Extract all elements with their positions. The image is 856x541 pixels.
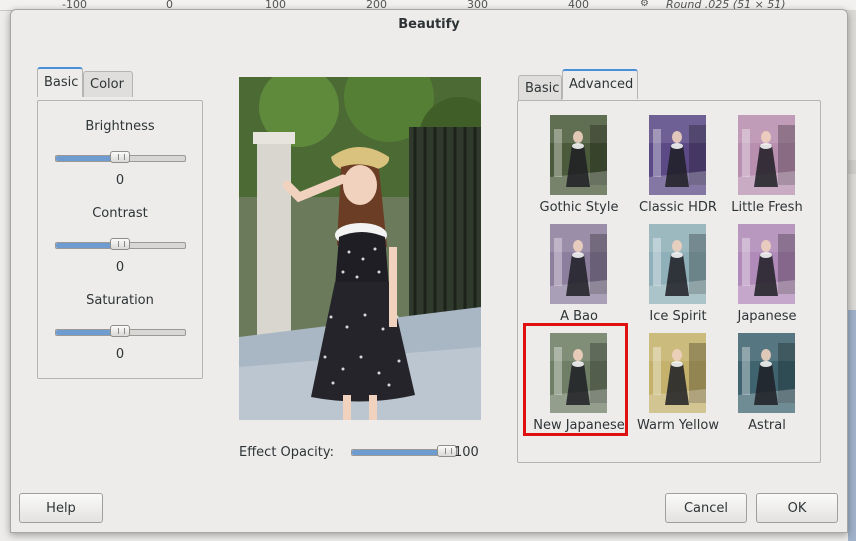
tab-basic-right[interactable]: Basic	[518, 75, 562, 101]
help-button[interactable]: Help	[19, 493, 103, 523]
tab-color[interactable]: Color	[83, 71, 133, 97]
tab-advanced[interactable]: Advanced	[562, 69, 638, 99]
brightness-value: 0	[115, 173, 125, 188]
tab-basic-left[interactable]: Basic	[37, 67, 83, 97]
effect-opacity-slider[interactable]	[351, 449, 450, 456]
background-panel-edge	[848, 10, 856, 541]
effect-thumbnail-classic-hdr[interactable]	[649, 115, 706, 195]
beautify-dialog: Beautify Basic Color Brightness 0 Contra…	[10, 9, 848, 533]
brightness-label: Brightness	[85, 119, 155, 134]
selected-effect-highlight	[523, 323, 628, 436]
effect-opacity-slider-fill	[352, 450, 449, 455]
dialog-title: Beautify	[398, 17, 460, 32]
cancel-button[interactable]: Cancel	[665, 493, 747, 523]
effect-opacity-label: Effect Opacity:	[239, 445, 334, 460]
effect-label-japanese[interactable]: Japanese	[712, 309, 822, 324]
preview-image	[239, 77, 481, 420]
effect-thumbnail-warm-yellow[interactable]	[649, 333, 706, 413]
effect-thumbnail-little-fresh[interactable]	[738, 115, 795, 195]
effect-thumbnail-a-bao[interactable]	[550, 224, 607, 304]
effect-label-little-fresh[interactable]: Little Fresh	[712, 200, 822, 215]
ok-button[interactable]: OK	[756, 493, 838, 523]
effect-thumbnail-gothic-style[interactable]	[550, 115, 607, 195]
effect-thumbnail-japanese[interactable]	[738, 224, 795, 304]
effect-thumbnail-ice-spirit[interactable]	[649, 224, 706, 304]
contrast-label: Contrast	[92, 206, 148, 221]
effect-thumbnail-astral[interactable]	[738, 333, 795, 413]
saturation-value: 0	[115, 347, 125, 362]
effect-opacity-value: 100	[454, 445, 479, 460]
brightness-slider-handle[interactable]	[110, 151, 130, 163]
saturation-slider-handle[interactable]	[110, 325, 130, 337]
adjustments-panel: Brightness 0 Contrast 0 Saturation 0	[37, 100, 203, 379]
contrast-slider-handle[interactable]	[110, 238, 130, 250]
effect-label-a-bao[interactable]: A Bao	[524, 309, 634, 324]
effect-label-gothic-style[interactable]: Gothic Style	[524, 200, 634, 215]
gear-icon: ⚙	[640, 0, 649, 9]
effect-label-astral[interactable]: Astral	[712, 418, 822, 433]
contrast-value: 0	[115, 260, 125, 275]
saturation-label: Saturation	[86, 293, 154, 308]
